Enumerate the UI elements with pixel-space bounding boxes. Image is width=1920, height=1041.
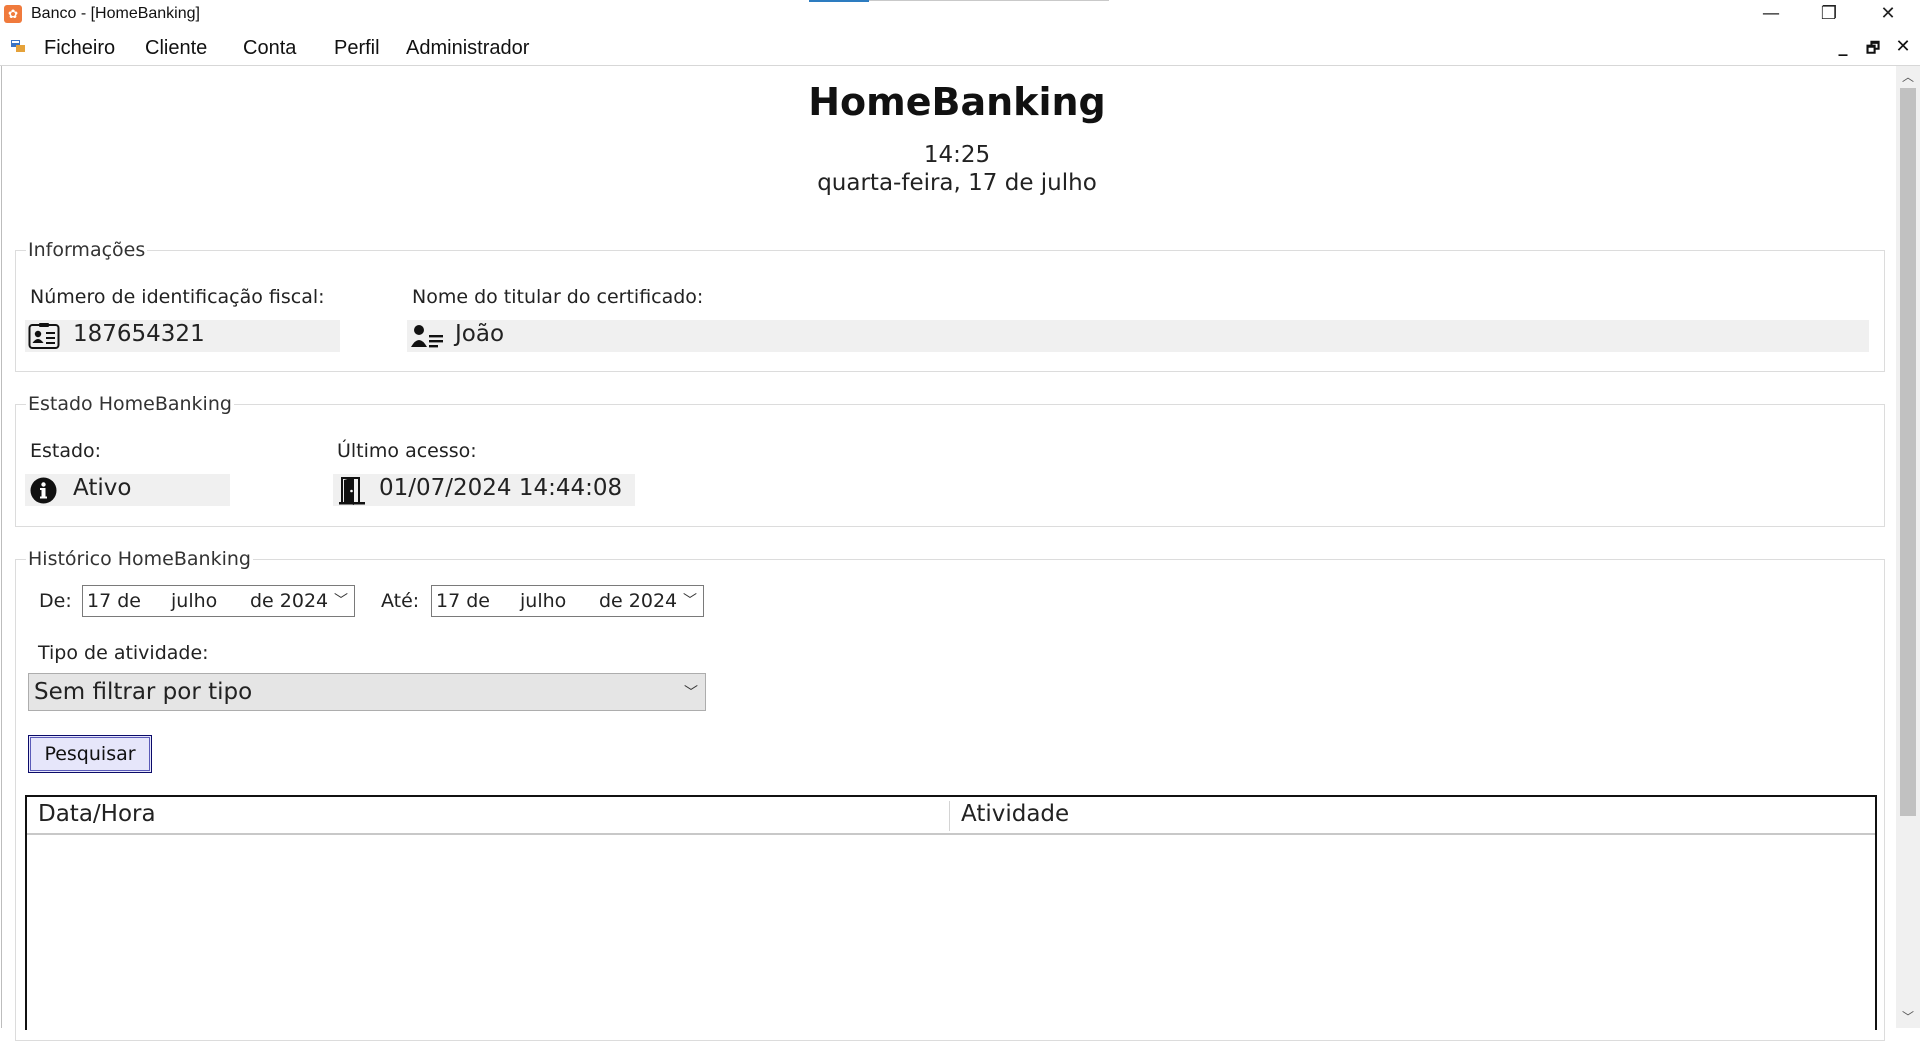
menu-ficheiro[interactable]: Ficheiro [44, 37, 115, 60]
estado-value: Ativo [73, 475, 132, 501]
title-bar [0, 0, 1920, 29]
current-time: 14:25 [923, 142, 991, 168]
id-card-icon [28, 323, 60, 349]
nif-label: Número de identificação fiscal: [30, 286, 325, 308]
de-label: De: [39, 590, 72, 612]
info-icon [30, 477, 57, 504]
ate-date-picker[interactable]: 17 de julho de 2024 ﹀ [431, 585, 704, 617]
titular-label: Nome do titular do certificado: [412, 286, 704, 308]
informacoes-legend: Informações [26, 239, 148, 261]
chevron-down-icon[interactable]: ﹀ [683, 590, 697, 610]
informacoes-group [15, 250, 1885, 372]
de-day: 17 de [87, 590, 141, 612]
menu-cliente[interactable]: Cliente [145, 37, 207, 60]
column-header-atividade[interactable]: Atividade [961, 801, 1069, 827]
de-month: julho [171, 590, 218, 612]
ate-month: julho [520, 590, 567, 612]
tipo-selected-value: Sem filtrar por tipo [34, 679, 253, 705]
tipo-select[interactable]: Sem filtrar por tipo ﹀ [28, 673, 706, 711]
app-icon: ✿ [4, 5, 22, 23]
de-date-picker[interactable]: 17 de julho de 2024 ﹀ [82, 585, 355, 617]
titular-value: João [455, 321, 505, 347]
column-divider[interactable] [949, 801, 950, 831]
ate-label: Até: [381, 590, 420, 612]
scroll-down-arrow-icon[interactable]: ﹀ [1900, 1008, 1916, 1025]
nif-value: 187654321 [73, 321, 205, 347]
historico-legend: Histórico HomeBanking [26, 548, 253, 570]
page-title: HomeBanking [808, 80, 1106, 124]
acesso-label: Último acesso: [337, 440, 477, 462]
ate-year: de 2024 [599, 590, 678, 612]
maximize-button[interactable]: ❐ [1799, 0, 1859, 29]
chevron-down-icon[interactable]: ﹀ [684, 682, 698, 702]
estado-label: Estado: [30, 440, 102, 462]
de-year: de 2024 [250, 590, 329, 612]
title-bar-accent [809, 0, 869, 2]
estado-group [15, 404, 1885, 527]
current-date: quarta-feira, 17 de julho [817, 170, 1097, 196]
door-icon [339, 477, 365, 505]
menu-perfil[interactable]: Perfil [334, 37, 380, 60]
mdi-restore-button[interactable]: 🗗 [1862, 38, 1884, 63]
ate-day: 17 de [436, 590, 490, 612]
title-bar-accent-line [869, 0, 1109, 1]
tipo-label: Tipo de atividade: [38, 642, 209, 664]
mdi-minimize-button[interactable]: _ [1832, 36, 1854, 57]
close-button[interactable]: ✕ [1858, 0, 1918, 29]
mdi-close-button[interactable]: ✕ [1892, 36, 1914, 57]
mdi-child-icon[interactable] [10, 38, 26, 54]
user-list-icon [411, 325, 443, 348]
chevron-down-icon[interactable]: ﹀ [334, 590, 348, 610]
search-button[interactable]: Pesquisar [28, 735, 152, 773]
acesso-value: 01/07/2024 14:44:08 [379, 475, 623, 501]
column-header-data-hora[interactable]: Data/Hora [38, 801, 156, 827]
window-title: Banco - [HomeBanking] [31, 5, 200, 22]
scrollbar-thumb[interactable] [1900, 88, 1916, 816]
minimize-button[interactable]: — [1741, 0, 1801, 29]
menu-administrador[interactable]: Administrador [406, 37, 529, 60]
menu-conta[interactable]: Conta [243, 37, 296, 60]
titular-field [407, 320, 1869, 352]
estado-legend: Estado HomeBanking [26, 393, 234, 415]
results-table: Data/Hora Atividade [25, 795, 1877, 1030]
table-header: Data/Hora Atividade [27, 797, 1875, 835]
